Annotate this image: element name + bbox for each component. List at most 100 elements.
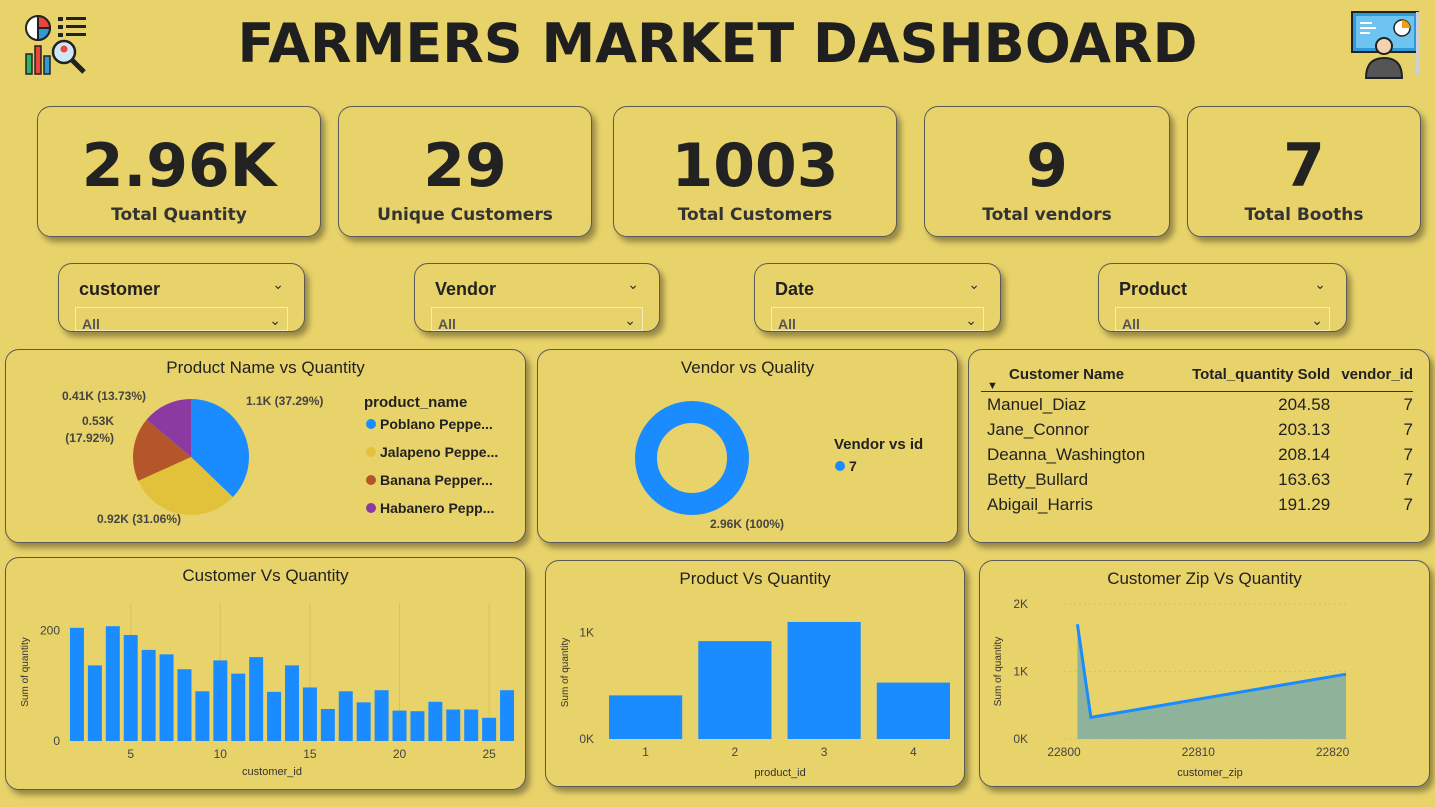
bar <box>446 709 461 741</box>
chevron-down-icon[interactable]: ⌄ <box>627 276 639 293</box>
chevron-down-icon[interactable]: ⌄ <box>965 312 977 329</box>
table-row[interactable]: Abigail_Harris 191.29 7 <box>981 492 1413 517</box>
donut-chart-card: Vendor vs Quality 2.96K (100%) Vendor vs… <box>537 349 958 543</box>
x-tick-label: 20 <box>393 747 407 761</box>
bar <box>123 635 138 741</box>
slicer-dropdown[interactable]: All ⌄ <box>1115 307 1330 332</box>
bar <box>392 710 407 741</box>
chevron-down-icon[interactable]: ⌄ <box>1311 312 1323 329</box>
slicer-title: Product <box>1119 279 1188 299</box>
legend-label: Banana Pepper... <box>380 472 493 488</box>
bar <box>249 657 264 741</box>
bar <box>141 649 156 741</box>
page-title: FARMERS MARKET DASHBOARD <box>237 12 1198 75</box>
legend-dot-icon <box>835 461 845 471</box>
bar <box>195 691 210 741</box>
y-tick-label: 0 <box>53 734 60 748</box>
table-cell: 7 <box>1403 395 1413 414</box>
column-header[interactable]: vendor_id <box>1330 364 1413 392</box>
y-tick-label: 1K <box>579 626 594 640</box>
donut-slice <box>635 401 749 515</box>
pie-data-label: 0.53K <box>82 414 114 428</box>
chevron-down-icon[interactable]: ⌄ <box>269 312 281 329</box>
slicer-date[interactable]: Date ⌄ All ⌄ <box>754 263 1001 332</box>
legend-item[interactable]: Jalapeno Peppe... <box>366 444 498 472</box>
bar <box>374 690 389 741</box>
column-header[interactable]: Customer Name <box>981 364 1171 392</box>
slicer-vendor[interactable]: Vendor ⌄ All ⌄ <box>414 263 660 332</box>
x-tick-label: 25 <box>482 747 496 761</box>
x-tick-label: 22800 <box>1047 745 1081 759</box>
x-axis-label: product_id <box>754 767 805 779</box>
bar <box>105 626 120 741</box>
chevron-down-icon[interactable]: ⌄ <box>624 312 636 329</box>
chevron-down-icon[interactable]: ⌄ <box>272 276 284 293</box>
legend-item[interactable]: 7 <box>835 458 857 474</box>
kpi-value: 9 <box>1026 131 1068 201</box>
slicer-customer[interactable]: customer ⌄ All ⌄ <box>58 263 305 332</box>
table-row[interactable]: Betty_Bullard 163.63 7 <box>981 467 1413 492</box>
table-row[interactable]: Deanna_Washington 208.14 7 <box>981 442 1413 467</box>
kpi-card-total-booths: 7 Total Booths <box>1187 106 1421 237</box>
customer-table-card: ▼ Customer Name Total_quantity Sold vend… <box>968 349 1430 543</box>
bar <box>285 665 299 741</box>
bar <box>356 702 371 741</box>
product-quantity-card: Product Vs Quantity 1 2 3 4 0K 1K product_id Su… <box>545 560 965 787</box>
bar <box>267 691 282 741</box>
table-row[interactable]: Jane_Connor 203.13 7 <box>981 417 1413 442</box>
slicer-product[interactable]: Product ⌄ All ⌄ <box>1098 263 1347 332</box>
x-tick-label: 22820 <box>1316 745 1350 759</box>
column-header[interactable]: Total_quantity Sold <box>1171 364 1330 392</box>
slicer-dropdown[interactable]: All ⌄ <box>771 307 984 332</box>
table-cell: Abigail_Harris <box>987 495 1093 514</box>
chevron-down-icon[interactable]: ⌄ <box>1314 276 1326 293</box>
slicer-value: All <box>778 316 796 332</box>
legend-title: product_name <box>364 394 468 411</box>
product-quantity-chart: 1 2 3 4 0K 1K product_id Sum of quantity <box>560 621 950 779</box>
slicer-dropdown[interactable]: All ⌄ <box>75 307 288 332</box>
x-tick-label: 4 <box>910 745 917 759</box>
kpi-value: 7 <box>1283 131 1325 201</box>
kpi-card-total-customers: 1003 Total Customers <box>613 106 897 237</box>
chevron-down-icon[interactable]: ⌄ <box>968 276 980 293</box>
pie-legend: Poblano Peppe... Jalapeno Peppe... Banana … <box>366 416 498 528</box>
slicer-value: All <box>82 316 100 332</box>
legend-item[interactable]: Banana Pepper... <box>366 472 498 500</box>
kpi-card-unique-customers: 29 Unique Customers <box>338 106 592 237</box>
legend-item[interactable]: Poblano Peppe... <box>366 416 498 444</box>
table-cell: 7 <box>1403 495 1413 514</box>
kpi-label: Total Quantity <box>111 205 247 225</box>
bar <box>159 654 174 741</box>
table-cell: 191.29 <box>1278 495 1331 514</box>
bar <box>500 690 515 741</box>
bar <box>698 641 772 739</box>
x-axis-label: customer_zip <box>1177 767 1242 779</box>
legend-label: Habanero Pepp... <box>380 500 495 516</box>
kpi-value: 1003 <box>671 131 839 201</box>
table-cell: Betty_Bullard <box>987 470 1089 489</box>
bar <box>69 627 84 741</box>
x-tick-label: 1 <box>642 745 649 759</box>
table-cell: 204.58 <box>1278 395 1331 414</box>
y-tick-label: 2K <box>1013 597 1028 611</box>
kpi-label: Total Booths <box>1244 205 1364 225</box>
y-tick-label: 1K <box>1013 665 1028 679</box>
bar <box>787 621 861 739</box>
table-row[interactable]: Manuel_Diaz 204.58 7 <box>981 392 1413 418</box>
legend-item[interactable]: Habanero Pepp... <box>366 500 498 528</box>
pie-data-label: 0.41K (13.73%) <box>62 389 146 403</box>
slicer-value: All <box>438 316 456 332</box>
x-tick-label: 3 <box>821 745 828 759</box>
kpi-card-total-quantity: 2.96K Total Quantity <box>37 106 321 237</box>
customer-table: Customer Name Total_quantity Sold vendor… <box>981 364 1413 517</box>
y-axis-label: Sum of quantity <box>20 637 31 706</box>
slicer-dropdown[interactable]: All ⌄ <box>431 307 643 332</box>
legend-label: 7 <box>849 458 857 474</box>
table-cell: Deanna_Washington <box>987 445 1146 464</box>
kpi-label: Total vendors <box>982 205 1112 225</box>
table-cell: 7 <box>1403 470 1413 489</box>
table-cell: 208.14 <box>1278 445 1331 464</box>
zip-quantity-chart: 0K 1K 2K 22800 22810 22820 customer_zip Sum of … <box>993 597 1350 779</box>
bar <box>177 669 192 741</box>
bar <box>428 701 443 741</box>
